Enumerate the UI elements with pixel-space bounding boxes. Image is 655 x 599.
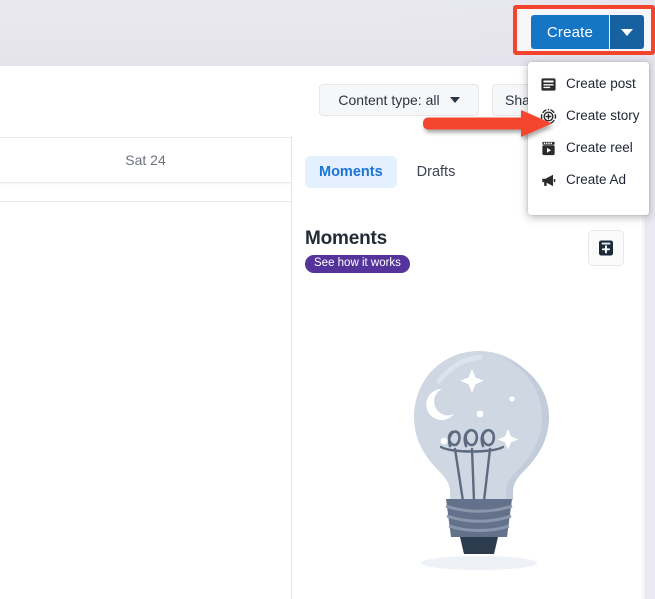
chevron-down-icon bbox=[449, 97, 460, 103]
page-title: Moments bbox=[305, 228, 387, 249]
create-button[interactable]: Create bbox=[531, 15, 609, 49]
post-icon bbox=[541, 77, 556, 91]
create-dropdown-toggle[interactable] bbox=[610, 15, 644, 49]
content-type-filter[interactable]: Content type: all bbox=[319, 84, 479, 116]
empty-state-illustration bbox=[384, 345, 574, 575]
tab-drafts[interactable]: Drafts bbox=[403, 156, 470, 188]
menu-item-create-story[interactable]: Create story bbox=[528, 100, 649, 132]
moments-section-header: Moments See how it works bbox=[305, 228, 410, 274]
chevron-down-icon bbox=[621, 28, 633, 36]
create-dropdown-menu: Create post Create story Create reel Cre… bbox=[528, 62, 649, 215]
create-button-label: Create bbox=[546, 23, 594, 41]
tab-drafts-label: Drafts bbox=[416, 164, 456, 180]
tab-moments[interactable]: Moments bbox=[305, 156, 397, 188]
menu-item-create-ad[interactable]: Create Ad bbox=[528, 164, 649, 196]
pane-divider bbox=[291, 136, 292, 599]
megaphone-icon bbox=[542, 174, 556, 186]
add-moment-button[interactable] bbox=[588, 230, 624, 266]
menu-item-create-story-label: Create story bbox=[566, 108, 640, 124]
menu-item-create-post[interactable]: Create post bbox=[528, 68, 649, 100]
create-button-highlight: Create bbox=[513, 5, 655, 55]
content-type-filter-label: Content type: all bbox=[338, 92, 440, 108]
see-how-it-works-badge[interactable]: See how it works bbox=[305, 254, 410, 274]
calendar-day-header: Sat 24 bbox=[0, 137, 291, 183]
add-moment-icon bbox=[599, 240, 613, 256]
calendar-day-label: Sat 24 bbox=[125, 152, 166, 168]
menu-item-create-post-label: Create post bbox=[566, 76, 636, 92]
filters-divider bbox=[0, 201, 291, 202]
menu-item-create-reel-label: Create reel bbox=[566, 140, 633, 156]
menu-item-create-reel[interactable]: Create reel bbox=[528, 132, 649, 164]
menu-item-create-ad-label: Create Ad bbox=[566, 172, 627, 188]
content-tabs: Moments Drafts bbox=[305, 156, 469, 188]
app-root: Content type: all Sha Sat 24 Moments Dra… bbox=[0, 0, 655, 599]
share-filter-label: Sha bbox=[505, 92, 530, 108]
reel-icon bbox=[542, 141, 555, 155]
story-plus-icon bbox=[540, 108, 557, 124]
tab-moments-label: Moments bbox=[319, 164, 383, 180]
